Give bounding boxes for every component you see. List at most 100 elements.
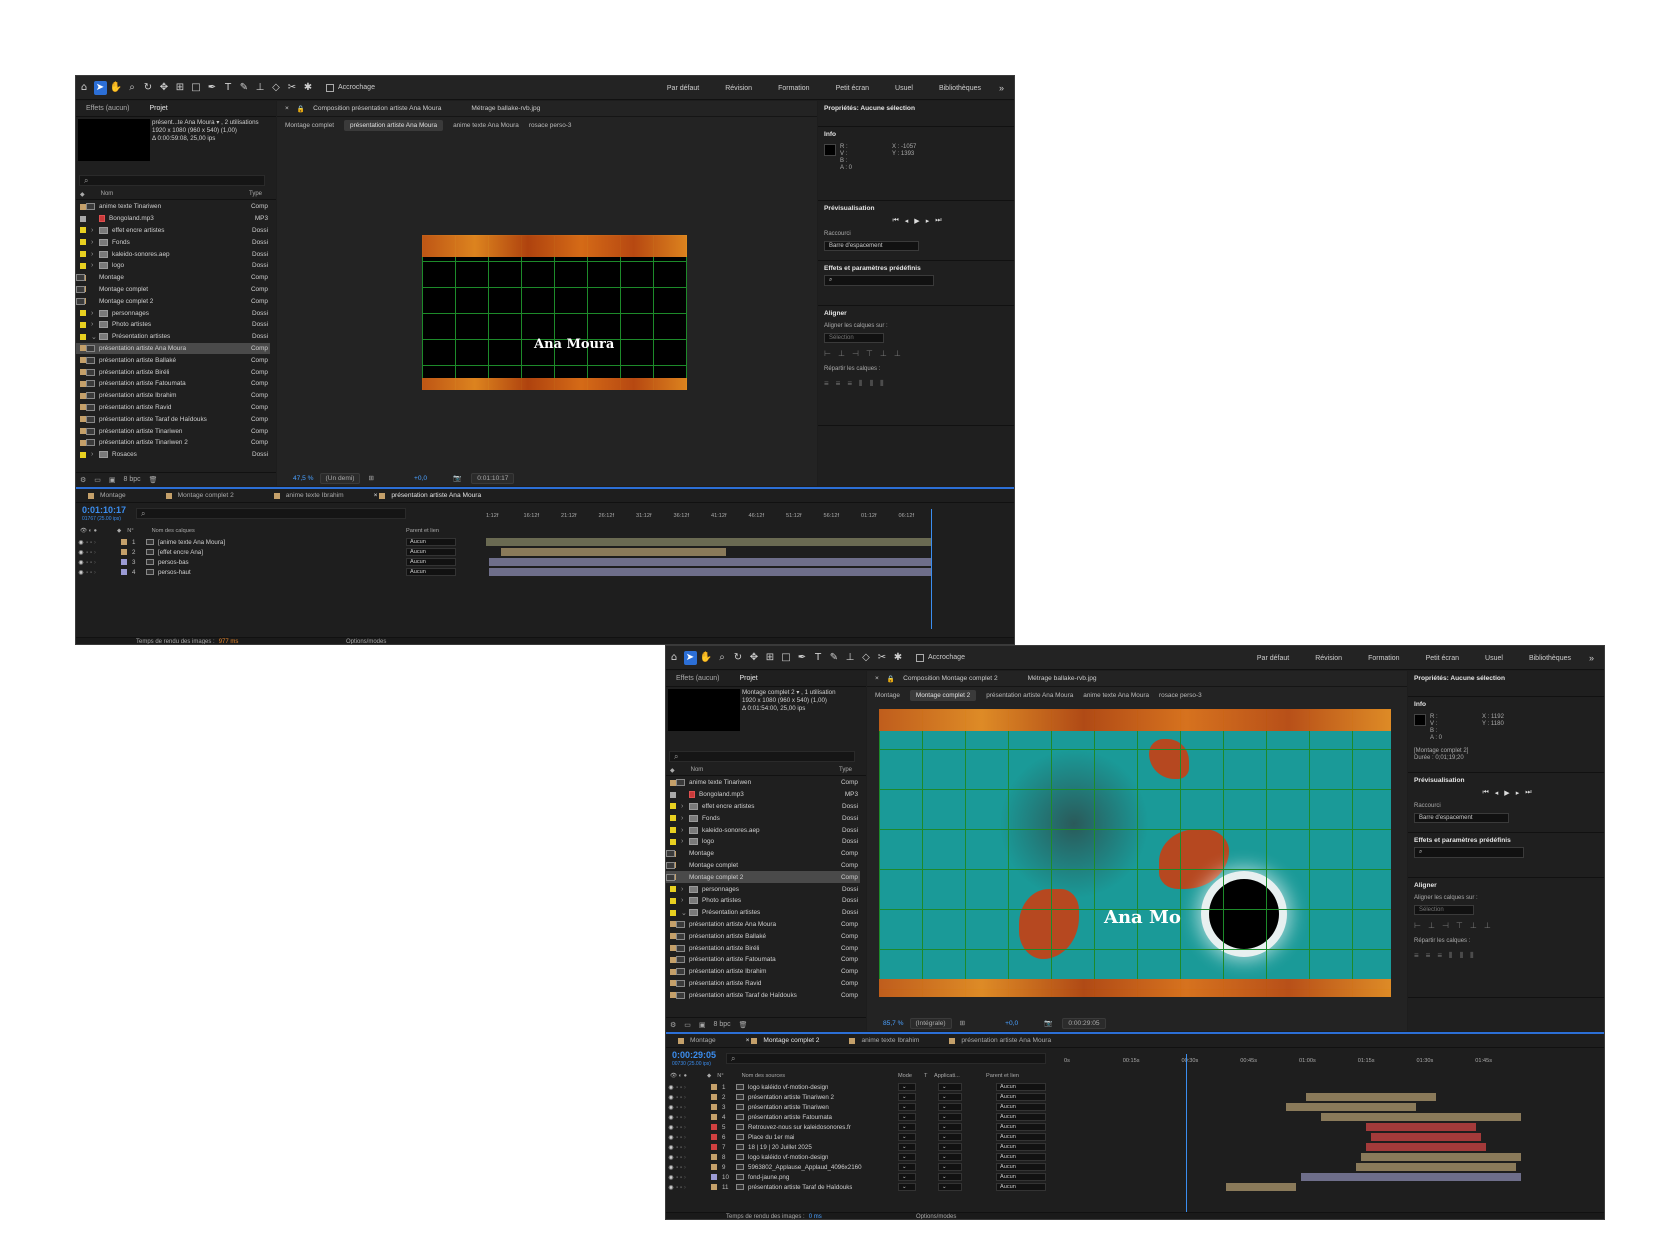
project-list-item[interactable]: présentation artiste Ana Moura Comp — [666, 919, 860, 931]
disclosure-triangle-icon[interactable]: › — [91, 262, 99, 269]
play-icon[interactable]: ▶ — [914, 217, 919, 225]
layer-duration-bar[interactable] — [1366, 1123, 1476, 1131]
blend-mode-dropdown[interactable]: ⌄ — [898, 1183, 916, 1191]
workspace-review[interactable]: Révision — [725, 85, 752, 92]
project-list-item[interactable]: présentation artiste Ravid Comp — [666, 978, 860, 990]
more-workspaces-icon[interactable]: » — [999, 83, 1004, 93]
new-comp-icon[interactable]: ▣ — [699, 1021, 706, 1029]
project-search-input[interactable]: ⌕ — [79, 175, 265, 186]
project-list-item[interactable]: présentation artiste Tinariwen 2 Comp — [76, 437, 270, 449]
visibility-eye-icon[interactable]: ◉ — [666, 1174, 676, 1181]
disclosure-triangle-icon[interactable]: › — [91, 251, 99, 258]
next-frame-icon[interactable]: ▸ — [1516, 789, 1520, 797]
label-color-swatch[interactable] — [80, 251, 86, 258]
project-list-item[interactable]: présentation artiste Fatoumata Comp — [76, 378, 270, 390]
eraser-tool-icon[interactable]: ◇ — [860, 651, 873, 665]
timeline-tab-montage[interactable]: Montage — [678, 1037, 716, 1044]
playhead[interactable] — [1186, 1054, 1187, 1214]
disclosure-triangle-icon[interactable]: ⌄ — [91, 333, 99, 341]
project-list-item[interactable]: Montage complet Comp — [76, 284, 270, 296]
brush-tool-icon[interactable]: ✎ — [828, 651, 841, 665]
project-list-item[interactable]: anime texte Tinariwen Comp — [666, 777, 860, 789]
layer-label-color[interactable] — [711, 1104, 717, 1110]
layer-name[interactable]: persos-bas — [158, 559, 189, 566]
resolution-dropdown[interactable]: (Un demi) — [319, 472, 361, 484]
brush-tool-icon[interactable]: ✎ — [238, 81, 251, 95]
layer-duration-bar[interactable] — [489, 568, 931, 576]
layer-label-color[interactable] — [711, 1114, 717, 1120]
layer-duration-bar[interactable] — [1286, 1103, 1416, 1111]
layer-name[interactable]: présentation artiste Fatoumata — [748, 1114, 832, 1121]
visibility-eye-icon[interactable]: ◉ — [76, 569, 86, 576]
layer-name[interactable]: [effet encre Ana] — [158, 549, 203, 556]
track-matte-dropdown[interactable]: ⌄ — [938, 1083, 962, 1091]
camera-icon[interactable]: 📷 — [1044, 1019, 1052, 1027]
close-icon[interactable]: × — [875, 675, 879, 682]
source-name-column[interactable]: Nom des sources — [742, 1073, 786, 1079]
interpret-icon[interactable]: ⚙ — [670, 1021, 676, 1029]
layer-name[interactable]: [anime texte Ana Moura] — [158, 539, 225, 546]
layer-search-input[interactable]: ⌕ — [136, 508, 406, 519]
footage-tab[interactable]: Métrage ballake-rvb.jpg — [1028, 675, 1097, 682]
label-color-swatch[interactable] — [80, 333, 86, 340]
layer-switches[interactable]: ▪ ▪ › — [86, 559, 116, 566]
first-frame-icon[interactable]: ⏮ — [1482, 789, 1488, 797]
pan-behind-icon[interactable]: ⊞ — [174, 81, 187, 95]
align-bottom-icon[interactable]: ⊥ — [894, 349, 901, 358]
disclosure-triangle-icon[interactable]: › — [91, 239, 99, 246]
timeline-layer-row[interactable]: ◉ ▪ ▪ › 9 5963802_Applause_Applaud_4096x216… — [666, 1162, 1061, 1172]
home-icon[interactable]: ⌂ — [668, 651, 681, 665]
project-list-item[interactable]: › personnages Dossi — [76, 307, 270, 319]
blend-mode-dropdown[interactable]: ⌄ — [898, 1113, 916, 1121]
layer-duration-bar[interactable] — [1361, 1153, 1521, 1161]
timeline-tab-montage-complet-2[interactable]: Montage complet 2 — [165, 492, 234, 499]
visibility-eye-icon[interactable]: ◉ — [76, 559, 86, 566]
blend-mode-dropdown[interactable]: ⌄ — [898, 1093, 916, 1101]
parent-dropdown[interactable]: Aucun — [996, 1083, 1046, 1091]
comp-viewer[interactable]: Ana Mo — [879, 709, 1391, 997]
apply-column[interactable]: Applicati... — [934, 1073, 960, 1079]
project-list-item[interactable]: › personnages Dossi — [666, 883, 860, 895]
home-icon[interactable]: ⌂ — [78, 81, 91, 95]
last-frame-icon[interactable]: ⏭ — [1525, 789, 1531, 797]
track-matte-dropdown[interactable]: ⌄ — [938, 1093, 962, 1101]
blend-mode-dropdown[interactable]: ⌄ — [898, 1083, 916, 1091]
label-color-swatch[interactable] — [670, 897, 676, 904]
project-list-item[interactable]: présentation artiste Fatoumata Comp — [666, 954, 860, 966]
pen-tool-icon[interactable]: ✒ — [796, 651, 809, 665]
label-color-swatch[interactable] — [670, 886, 676, 893]
parent-dropdown[interactable]: Aucun — [406, 548, 456, 556]
blend-mode-dropdown[interactable]: ⌄ — [898, 1103, 916, 1111]
timeline-layer-row[interactable]: ◉ ▪ ▪ › 2 présentation artiste Tinariwen 2 A… — [666, 1092, 1061, 1102]
roto-tool-icon[interactable]: ✂ — [286, 81, 299, 95]
blend-mode-dropdown[interactable]: ⌄ — [898, 1133, 916, 1141]
mode-column[interactable]: Mode — [898, 1073, 912, 1079]
layer-label-color[interactable] — [121, 559, 127, 565]
parent-dropdown[interactable]: Aucun — [996, 1183, 1046, 1191]
shortcut-dropdown[interactable]: Barre d'espacement — [1414, 813, 1509, 823]
disclosure-triangle-icon[interactable]: › — [681, 838, 689, 845]
timeline-layer-row[interactable]: ◉ ▪ ▪ › 4 présentation artiste Fatoumata Auc… — [666, 1112, 1061, 1122]
layer-switches[interactable]: ▪ ▪ › — [676, 1104, 706, 1111]
distribute-icon[interactable]: ⦀ — [1470, 951, 1474, 961]
layer-label-color[interactable] — [711, 1134, 717, 1140]
timeline-layer-row[interactable]: ◉ ▪ ▪ › 1 logo kaléido vf-motion-design Aucu… — [666, 1082, 1061, 1092]
disclosure-triangle-icon[interactable]: › — [91, 451, 99, 458]
project-list-item[interactable]: › kaleido-sonores.aep Dossi — [666, 824, 860, 836]
layer-duration-bar[interactable] — [1306, 1093, 1436, 1101]
eraser-tool-icon[interactable]: ◇ — [270, 81, 283, 95]
rectangle-tool-icon[interactable]: □ — [190, 81, 203, 95]
visibility-eye-icon[interactable]: ◉ — [666, 1134, 676, 1141]
project-search-input[interactable]: ⌕ — [669, 751, 855, 762]
layer-switches[interactable]: ▪ ▪ › — [86, 539, 116, 546]
project-list-item[interactable]: Montage complet 2 Comp — [76, 295, 270, 307]
time-ruler[interactable]: 1:12f 16:12f 21:12f 26:12f 31:12f 36:12f 41:12… — [486, 509, 936, 523]
distribute-icon[interactable]: ⦀ — [1449, 951, 1453, 961]
rectangle-tool-icon[interactable]: □ — [780, 651, 793, 665]
layer-label-color[interactable] — [711, 1184, 717, 1190]
project-list-item[interactable]: présentation artiste Ana Moura Comp — [76, 342, 270, 355]
disclosure-triangle-icon[interactable]: › — [91, 227, 99, 234]
project-list-item[interactable]: présentation artiste Ibrahim Comp — [666, 966, 860, 978]
layer-name-column[interactable]: Nom des calques — [152, 528, 195, 534]
disclosure-triangle-icon[interactable]: › — [681, 897, 689, 904]
